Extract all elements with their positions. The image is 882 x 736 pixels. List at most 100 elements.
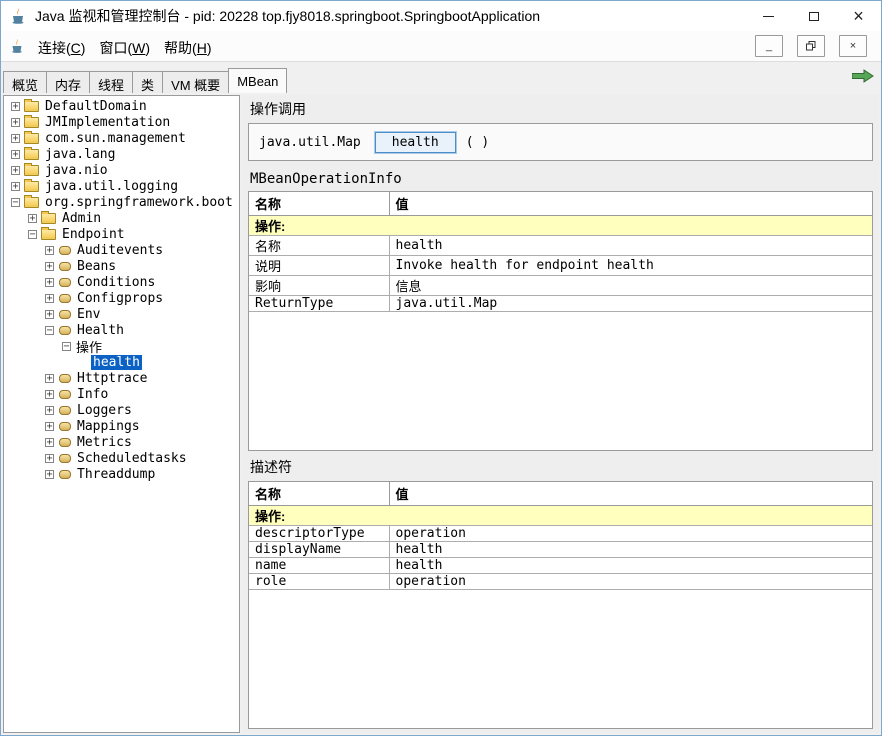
mbean-icon [59, 390, 71, 399]
tree-node-java.nio[interactable]: +java.nio [4, 162, 239, 178]
tree-node-org.springframework.boot[interactable]: −org.springframework.boot [4, 194, 239, 210]
maximize-icon [809, 12, 819, 21]
java-frame-icon [9, 38, 25, 54]
tree-node-Admin[interactable]: +Admin [4, 210, 239, 226]
tab-overview[interactable]: 概览 [3, 71, 47, 93]
expand-toggle-icon[interactable]: + [45, 246, 54, 255]
expand-toggle-icon[interactable]: + [11, 150, 20, 159]
expand-toggle-icon[interactable]: + [28, 214, 37, 223]
column-header-name[interactable]: 名称 [249, 192, 389, 215]
tree-node-com.sun.management[interactable]: +com.sun.management [4, 130, 239, 146]
expand-toggle-icon[interactable]: + [45, 278, 54, 287]
tree-node-Configprops[interactable]: +Configprops [4, 290, 239, 306]
close-button[interactable]: × [836, 1, 881, 31]
tree-node-Conditions[interactable]: + Conditions [4, 274, 239, 290]
mbean-icon [59, 246, 71, 255]
frame-close-button[interactable]: × [839, 35, 867, 57]
column-header-value[interactable]: 值 [389, 482, 872, 505]
folder-icon [24, 133, 39, 144]
expand-toggle-icon[interactable]: + [45, 470, 54, 479]
tree-node-JMImplementation[interactable]: +JMImplementation [4, 114, 239, 130]
tree-node-Httptrace[interactable]: + Httptrace [4, 370, 239, 386]
expand-toggle-icon[interactable]: + [45, 438, 54, 447]
tree-node-label: Mappings [75, 419, 142, 434]
tree-node-label: health [91, 355, 142, 370]
operation-info-title: MBeanOperationInfo [248, 169, 873, 191]
tab-mbean[interactable]: MBean [228, 68, 287, 93]
mbean-detail-panel: 操作调用 java.util.Map health ( ) MBeanOpera… [242, 95, 879, 733]
table-row[interactable]: 名称health [249, 235, 872, 255]
table-row[interactable]: descriptorTypeoperation [249, 525, 872, 541]
descriptor-table-grid: 名称值操作:descriptorTypeoperationdisplayName… [249, 482, 872, 590]
expand-toggle-icon[interactable]: + [11, 118, 20, 127]
tree-node-label: Env [75, 307, 102, 322]
menu-item-connect[interactable]: 连接(C) [31, 35, 92, 61]
invoke-health-button[interactable]: health [375, 132, 456, 153]
expand-toggle-icon[interactable]: + [11, 102, 20, 111]
frame-restore-button[interactable] [797, 35, 825, 57]
tree-node-java.util.logging[interactable]: + java.util.logging [4, 178, 239, 194]
table-row[interactable]: ReturnTypejava.util.Map [249, 295, 872, 311]
tab-memory[interactable]: 内存 [46, 71, 90, 93]
expand-toggle-icon[interactable]: + [45, 294, 54, 303]
tree-node-label: java.util.logging [43, 179, 180, 194]
expand-toggle-icon[interactable]: + [11, 134, 20, 143]
tree-node-label: Httptrace [75, 371, 149, 386]
column-header-value[interactable]: 值 [389, 192, 872, 215]
mbean-icon [59, 454, 71, 463]
expand-toggle-icon[interactable]: + [45, 262, 54, 271]
expand-toggle-icon[interactable]: + [45, 390, 54, 399]
collapse-toggle-icon[interactable]: − [28, 230, 37, 239]
tree-node-label: Info [75, 387, 110, 402]
tree-node-Health[interactable]: −Health [4, 322, 239, 338]
table-row[interactable]: displayNamehealth [249, 541, 872, 557]
menu-item-help[interactable]: 帮助(H) [157, 35, 218, 61]
tree-node-label: Conditions [75, 275, 157, 290]
minimize-button[interactable] [746, 1, 791, 31]
tree-node-Mappings[interactable]: + Mappings [4, 418, 239, 434]
collapse-toggle-icon[interactable]: − [62, 342, 71, 351]
maximize-button[interactable] [791, 1, 836, 31]
tree-node-Scheduledtasks[interactable]: +Scheduledtasks [4, 450, 239, 466]
tree-node-Loggers[interactable]: +Loggers [4, 402, 239, 418]
table-row[interactable]: namehealth [249, 557, 872, 573]
expand-toggle-icon[interactable]: + [45, 406, 54, 415]
tree-node-label: Auditevents [75, 243, 165, 258]
collapse-toggle-icon[interactable]: − [45, 326, 54, 335]
table-row[interactable]: 说明Invoke health for endpoint health [249, 255, 872, 275]
tree-node-Env[interactable]: + Env [4, 306, 239, 322]
tree-node-Metrics[interactable]: +Metrics [4, 434, 239, 450]
tree-node-Threaddump[interactable]: +Threaddump [4, 466, 239, 482]
folder-icon [24, 149, 39, 160]
menu-bar: 连接(C)窗口(W)帮助(H) _ × [1, 31, 881, 62]
expand-toggle-icon[interactable]: + [11, 182, 20, 191]
collapse-toggle-icon[interactable]: − [11, 198, 20, 207]
table-row[interactable]: 影响信息 [249, 275, 872, 295]
tree-node-DefaultDomain[interactable]: +DefaultDomain [4, 98, 239, 114]
tree-node-Beans[interactable]: +Beans [4, 258, 239, 274]
expand-toggle-icon[interactable]: + [45, 422, 54, 431]
expand-toggle-icon[interactable]: + [45, 454, 54, 463]
expand-toggle-icon[interactable]: + [45, 310, 54, 319]
close-icon: × [853, 6, 864, 27]
column-header-name[interactable]: 名称 [249, 482, 389, 505]
tree-node-health[interactable]: health [4, 354, 239, 370]
tree-node-Endpoint[interactable]: −Endpoint [4, 226, 239, 242]
tab-classes[interactable]: 类 [132, 71, 163, 93]
tab-threads[interactable]: 线程 [89, 71, 133, 93]
mbean-icon [59, 422, 71, 431]
tree-node-java.lang[interactable]: +java.lang [4, 146, 239, 162]
tree-node-操作[interactable]: −操作 [4, 338, 239, 354]
frame-controls: _ × [755, 35, 873, 57]
mbean-icon [59, 310, 71, 319]
tree-node-Auditevents[interactable]: + Auditevents [4, 242, 239, 258]
tab-vm-summary[interactable]: VM 概要 [162, 71, 229, 93]
expand-toggle-icon[interactable]: + [11, 166, 20, 175]
tree-node-Info[interactable]: + Info [4, 386, 239, 402]
expand-toggle-icon[interactable]: + [45, 374, 54, 383]
frame-minimize-button[interactable]: _ [755, 35, 783, 57]
table-row[interactable]: roleoperation [249, 573, 872, 589]
frame-restore-icon [806, 41, 816, 51]
tree-node-label: 操作 [74, 337, 104, 356]
menu-item-window[interactable]: 窗口(W) [92, 35, 157, 61]
